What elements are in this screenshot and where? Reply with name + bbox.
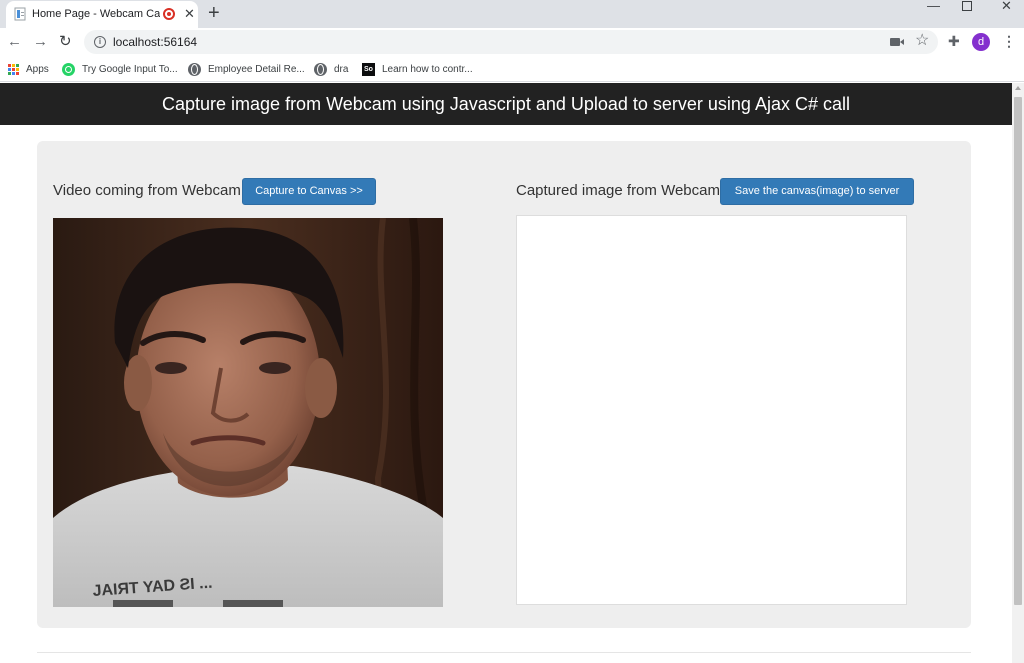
bookmark-google-input[interactable]: Try Google Input To... [62,62,178,76]
bookmark-star-icon[interactable]: ☆ [915,32,929,50]
capture-to-canvas-button[interactable]: Capture to Canvas >> [242,178,376,205]
tab-title: Home Page - Webcam Captu [32,8,160,20]
bookmark-label: dra [334,63,349,75]
bookmark-label: Apps [26,63,49,75]
web-page: Capture image from Webcam using Javascri… [0,83,1012,663]
site-info-icon[interactable]: i [94,36,106,48]
bookmark-apps[interactable]: Apps [8,62,49,76]
bookmark-dra[interactable]: dra [314,62,348,76]
stackoverflow-icon: So [362,62,375,76]
page-header: Capture image from Webcam using Javascri… [0,83,1012,125]
maximize-icon[interactable] [962,1,972,11]
browser-tab[interactable]: Home Page - Webcam Captu ✕ [6,1,198,28]
captured-image-canvas [516,215,907,605]
page-favicon-icon [14,7,26,21]
address-bar[interactable]: i localhost:56164 ☆ [84,30,938,54]
bookmark-label: Try Google Input To... [82,63,178,75]
bookmarks-bar: Apps Try Google Input To... Employee Det… [0,57,1024,82]
page-title: Capture image from Webcam using Javascri… [162,94,850,114]
new-tab-button[interactable]: + [208,2,220,24]
minimize-icon[interactable]: — [927,0,940,12]
browser-menu-icon[interactable]: ⋮ [1002,32,1016,50]
browser-toolbar: ← → ↻ i localhost:56164 ☆ ✚ d ⋮ [0,28,1024,57]
save-canvas-button[interactable]: Save the canvas(image) to server [720,178,914,205]
close-tab-icon[interactable]: ✕ [184,5,195,23]
scroll-up-arrow-icon[interactable] [1015,86,1021,90]
apps-grid-icon [8,63,19,75]
bookmark-label: Employee Detail Re... [208,63,305,75]
footer-divider [37,652,971,653]
video-section-label: Video coming from Webcam [53,182,241,199]
bookmark-label: Learn how to contr... [382,63,473,75]
webcam-panel: Video coming from Webcam Capture to Canv… [37,141,971,628]
back-arrow-icon[interactable]: ← [7,33,22,51]
bookmark-employee-detail[interactable]: Employee Detail Re... [188,62,305,76]
page-scrollbar[interactable] [1012,83,1024,663]
tab-strip: Home Page - Webcam Captu ✕ + — ✕ [0,0,1024,28]
bookmark-learn-how[interactable]: So Learn how to contr... [362,62,473,76]
forward-arrow-icon[interactable]: → [33,33,48,51]
camera-in-use-icon[interactable] [890,38,904,46]
url-text[interactable]: localhost:56164 [113,35,197,49]
globe-icon [188,62,201,76]
globe-icon [314,62,327,76]
recording-indicator-icon [163,8,175,20]
canvas-section-label: Captured image from Webcam [516,182,720,199]
profile-avatar[interactable]: d [972,33,990,51]
extensions-puzzle-icon[interactable]: ✚ [948,32,960,50]
window-close-icon[interactable]: ✕ [1001,0,1012,12]
whatsapp-icon [62,62,75,76]
webcam-video-feed: JAIЯT YAD ƧI ... [53,218,443,607]
reload-icon[interactable]: ↻ [59,33,72,51]
scroll-thumb[interactable] [1014,97,1022,605]
